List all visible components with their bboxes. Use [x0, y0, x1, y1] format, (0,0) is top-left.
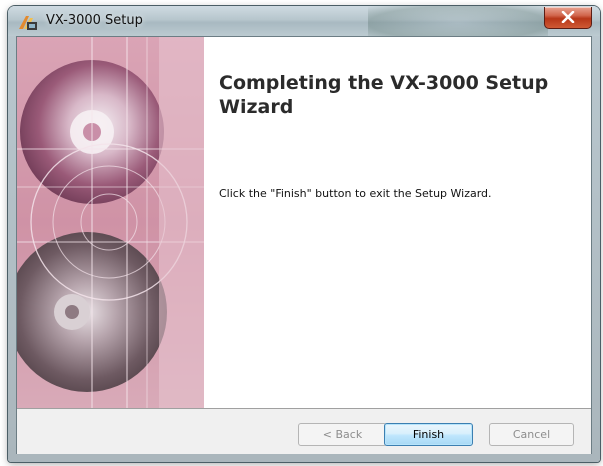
- setup-window: VX-3000 Setup Completing the VX-3000 Set…: [8, 6, 600, 462]
- window-title: VX-3000 Setup: [46, 13, 143, 28]
- finish-button[interactable]: Finish: [384, 423, 473, 446]
- wizard-client-area: Completing the VX-3000 Setup Wizard Clic…: [16, 36, 592, 454]
- cancel-button[interactable]: Cancel: [489, 423, 574, 446]
- close-icon: [561, 11, 575, 23]
- wizard-content: Completing the VX-3000 Setup Wizard Clic…: [204, 37, 591, 408]
- setup-app-icon[interactable]: [18, 13, 38, 31]
- wizard-heading: Completing the VX-3000 Setup Wizard: [219, 72, 549, 118]
- title-bar-glow: [368, 6, 548, 40]
- wizard-instruction: Click the "Finish" button to exit the Se…: [219, 187, 492, 200]
- back-button[interactable]: < Back: [298, 423, 387, 446]
- title-bar[interactable]: VX-3000 Setup: [8, 6, 600, 40]
- close-button[interactable]: [544, 7, 592, 29]
- wizard-button-bar: < Back Finish Cancel: [17, 408, 591, 454]
- cd-disc-banner-image: [17, 37, 204, 408]
